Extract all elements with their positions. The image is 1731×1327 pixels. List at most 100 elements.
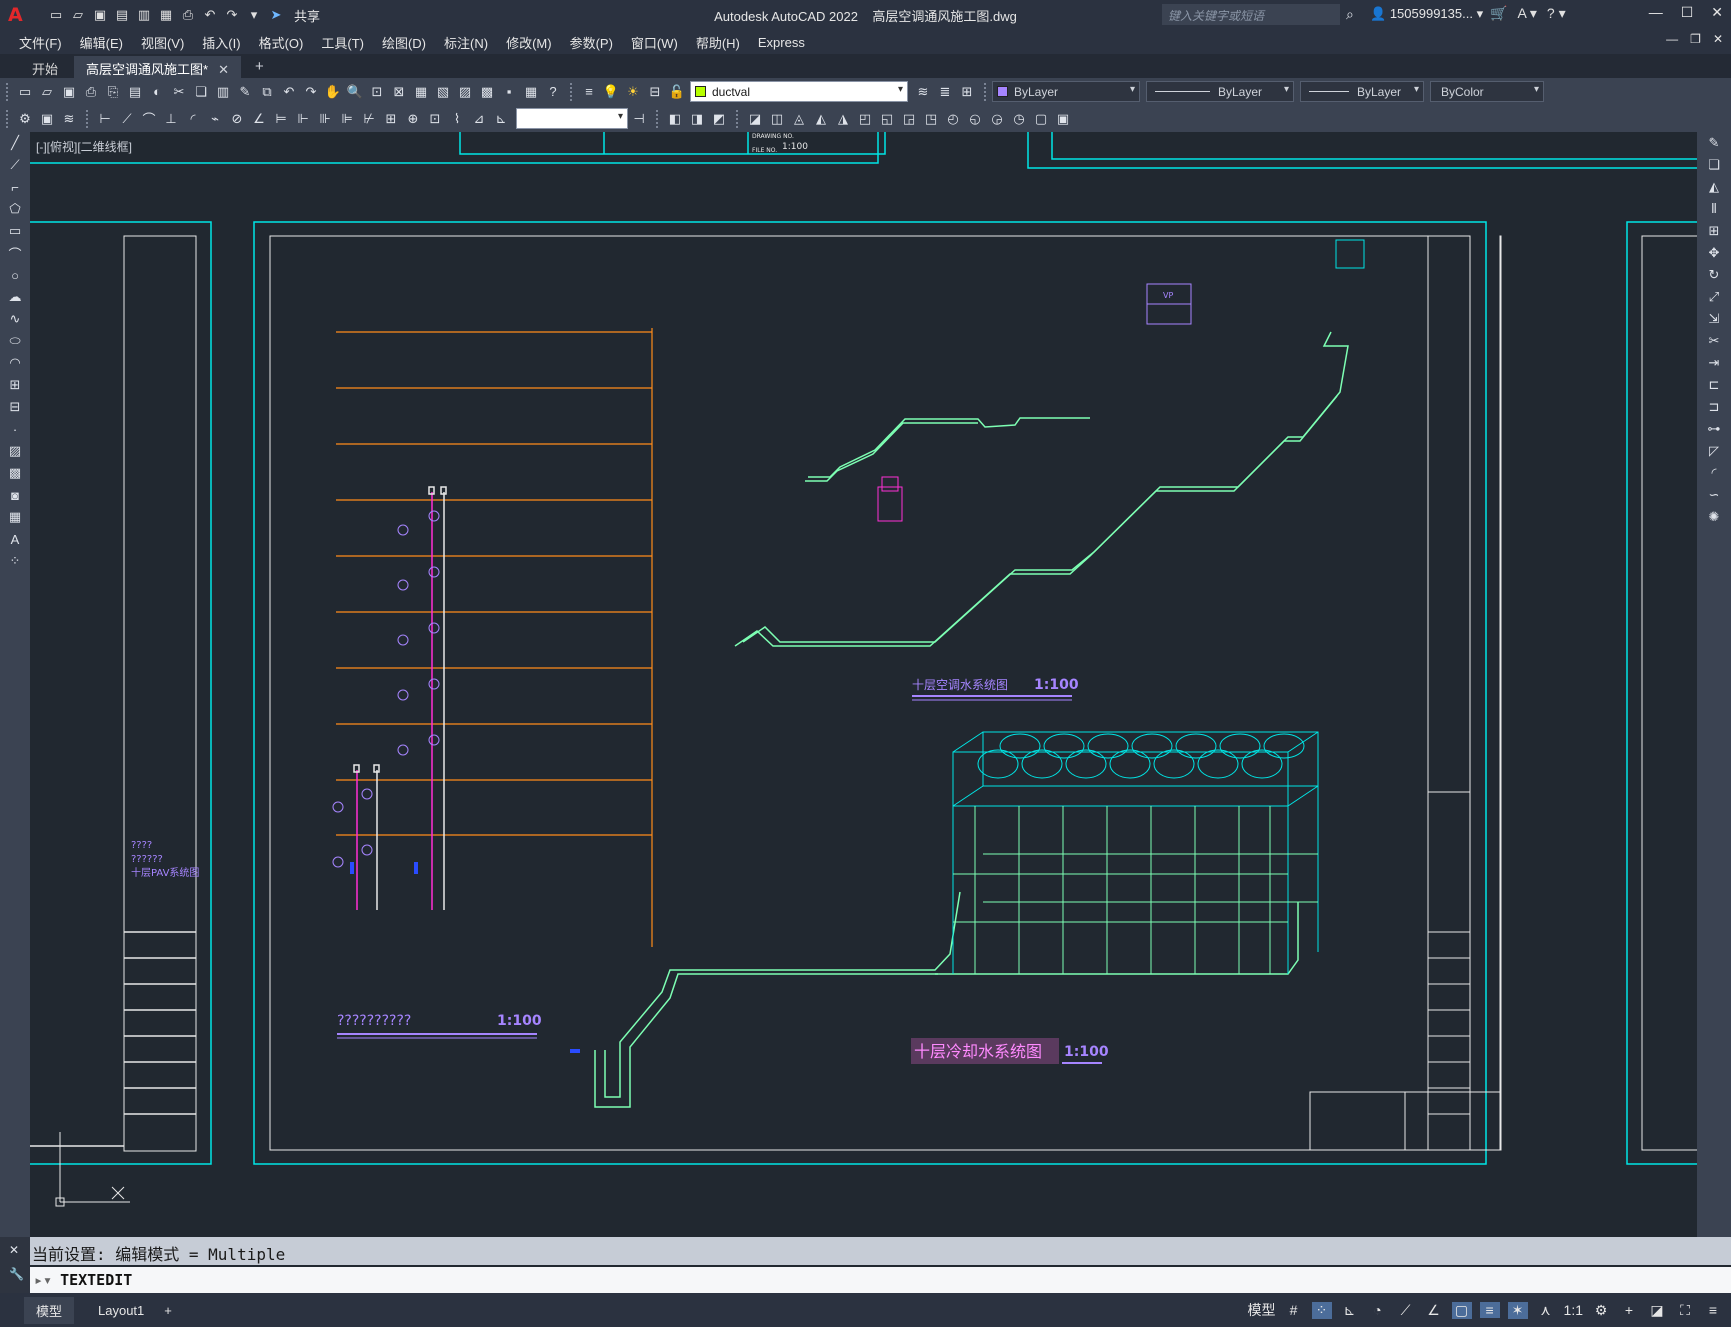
zoom-window-icon[interactable]: ⊡ [366, 81, 388, 103]
osnap-tracking-icon[interactable]: ∠ [1424, 1302, 1444, 1319]
chamfer-icon[interactable]: ◸ [1703, 440, 1725, 462]
ellipse-icon[interactable]: ⬭ [4, 330, 26, 352]
erase-icon[interactable]: ✎ [1703, 132, 1725, 154]
help-icon[interactable]: ? [542, 81, 564, 103]
fillet-icon[interactable]: ◜ [1703, 462, 1725, 484]
ellipse-arc-icon[interactable]: ◠ [4, 352, 26, 374]
tab-close-icon[interactable]: ✕ [218, 62, 229, 77]
aligned-dim-icon[interactable]: ⟋ [116, 108, 138, 130]
grid-icon[interactable]: # [1284, 1302, 1304, 1318]
maximize-icon[interactable]: ☐ [1681, 4, 1694, 21]
multiline-text-icon[interactable]: A [4, 528, 26, 550]
lineweight-dropdown[interactable]: ByLayer ▾ [1300, 81, 1424, 102]
menu-edit[interactable]: 编辑(E) [71, 33, 132, 52]
separate-icon[interactable]: ◷ [1008, 108, 1030, 130]
paste-icon[interactable]: ▥ [212, 81, 234, 103]
menu-format[interactable]: 格式(O) [250, 33, 313, 52]
scale-icon[interactable]: ⤢ [1703, 286, 1725, 308]
join-icon[interactable]: ⊶ [1703, 418, 1725, 440]
dim-break-icon[interactable]: ⊬ [358, 108, 380, 130]
diameter-dim-icon[interactable]: ⊘ [226, 108, 248, 130]
fullscreen-icon[interactable]: ⛶ [1675, 1302, 1695, 1319]
move-face-icon[interactable]: ◫ [766, 108, 788, 130]
polyline-icon[interactable]: ⌐ [4, 176, 26, 198]
layer-on-icon[interactable]: 💡 [600, 81, 622, 103]
close-icon[interactable]: ✕ [1711, 4, 1723, 21]
design-center-icon[interactable]: ▧ [432, 81, 454, 103]
menu-express[interactable]: Express [749, 35, 814, 50]
menu-window[interactable]: 窗口(W) [622, 33, 687, 52]
doc-restore-icon[interactable]: ❐ [1690, 32, 1701, 46]
save-icon[interactable]: ▣ [58, 81, 80, 103]
publish-icon[interactable]: ▤ [124, 81, 146, 103]
export-icon[interactable]: ▦ [156, 5, 176, 25]
help-icon[interactable]: ? ▾ [1547, 5, 1566, 22]
layer-state-icon[interactable]: ▣ [36, 108, 58, 130]
continue-dim-icon[interactable]: ⊪ [314, 108, 336, 130]
match-properties-icon[interactable]: ✎ [234, 81, 256, 103]
tab-model[interactable]: 模型 [24, 1296, 75, 1324]
copy-icon[interactable]: ❏ [190, 81, 212, 103]
make-block-icon[interactable]: ⊟ [4, 396, 26, 418]
menu-parametric[interactable]: 参数(P) [561, 33, 622, 52]
jogged-linear-icon[interactable]: ⌇ [446, 108, 468, 130]
jogged-dim-icon[interactable]: ⌁ [204, 108, 226, 130]
layer-dropdown[interactable]: ductval ▾ [690, 81, 908, 102]
color-face-icon[interactable]: ◲ [898, 108, 920, 130]
menu-view[interactable]: 视图(V) [132, 33, 193, 52]
search-icon[interactable]: ⌕ [1346, 6, 1354, 23]
calculator-icon[interactable]: ▦ [520, 81, 542, 103]
break-at-point-icon[interactable]: ⊏ [1703, 374, 1725, 396]
menu-file[interactable]: 文件(F) [10, 33, 71, 52]
line-icon[interactable]: ╱ [4, 132, 26, 154]
trim-icon[interactable]: ✂ [1703, 330, 1725, 352]
pan-icon[interactable]: ✋ [322, 81, 344, 103]
open-file-icon[interactable]: ▱ [68, 5, 88, 25]
check-icon[interactable]: ▣ [1052, 108, 1074, 130]
insert-block-icon[interactable]: ⊞ [4, 374, 26, 396]
undo-icon[interactable]: ↶ [278, 81, 300, 103]
zoom-previous-icon[interactable]: ⊠ [388, 81, 410, 103]
inspection-icon[interactable]: ⊡ [424, 108, 446, 130]
copy-object-icon[interactable]: ❏ [1703, 154, 1725, 176]
scale-label[interactable]: 1:1 [1564, 1302, 1583, 1318]
tab-start[interactable]: 开始 [20, 56, 70, 78]
rotate-face-icon[interactable]: ◮ [832, 108, 854, 130]
doc-close-icon[interactable]: ✕ [1713, 32, 1723, 46]
new-file-icon[interactable]: ▭ [46, 5, 66, 25]
clean-icon[interactable]: ◶ [986, 108, 1008, 130]
dim-style-icon[interactable]: ⊣ [628, 108, 650, 130]
qat-dropdown-icon[interactable]: ▾ [244, 5, 264, 25]
linear-dim-icon[interactable]: ⊢ [94, 108, 116, 130]
revision-cloud-icon[interactable]: ☁ [4, 286, 26, 308]
region-icon[interactable]: ◙ [4, 484, 26, 506]
construction-line-icon[interactable]: ⟋ [4, 154, 26, 176]
toolbar-grip[interactable] [656, 109, 660, 128]
cart-icon[interactable]: 🛒 [1490, 5, 1507, 22]
toolbar-grip[interactable] [736, 109, 740, 128]
offset-icon[interactable]: ⫴ [1703, 198, 1725, 220]
array-icon[interactable]: ⊞ [1703, 220, 1725, 242]
radius-dim-icon[interactable]: ◜ [182, 108, 204, 130]
new-tab-icon[interactable]: + [255, 58, 264, 78]
table-icon[interactable]: ▦ [4, 506, 26, 528]
sheet-set-icon[interactable]: ▩ [476, 81, 498, 103]
command-settings-icon[interactable]: 🔧 [0, 1263, 30, 1285]
share-button[interactable]: 共享 [294, 6, 320, 25]
render-icon[interactable]: ◐ [146, 81, 168, 103]
explode-icon[interactable]: ✺ [1703, 506, 1725, 528]
layer-lock-icon[interactable]: 🔓 [666, 81, 688, 103]
minimize-icon[interactable]: — [1649, 4, 1663, 21]
plotstyle-dropdown[interactable]: ByColor ▾ [1430, 81, 1544, 102]
model-space-label[interactable]: 模型 [1248, 1300, 1276, 1320]
layer-viewport-icon[interactable]: ⊟ [644, 81, 666, 103]
rotate-icon[interactable]: ↻ [1703, 264, 1725, 286]
open-icon[interactable]: ▱ [36, 81, 58, 103]
shell-icon[interactable]: ▢ [1030, 108, 1052, 130]
layer-walk-icon[interactable]: ⊞ [956, 81, 978, 103]
extend-icon[interactable]: ⇥ [1703, 352, 1725, 374]
share-icon[interactable]: ➤ [266, 5, 286, 25]
delete-face-icon[interactable]: ◭ [810, 108, 832, 130]
plus-icon[interactable]: + [1619, 1302, 1639, 1318]
properties-icon[interactable]: ▦ [410, 81, 432, 103]
